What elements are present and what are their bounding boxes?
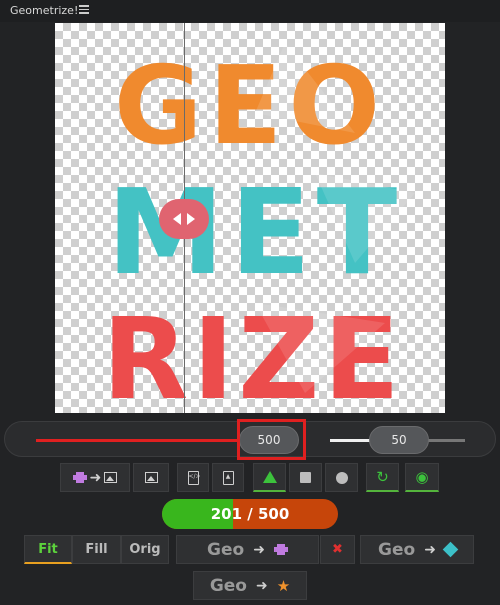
refresh-icon: ↻ xyxy=(376,468,389,486)
hamburger-icon[interactable] xyxy=(79,5,89,14)
tab-fit[interactable]: Fit xyxy=(24,535,72,564)
geometrize-to-star-button[interactable]: Geo ➜ ★ xyxy=(193,571,307,600)
cancel-button[interactable]: ✖ xyxy=(320,535,355,564)
image-canvas[interactable]: GEO MET RIZE xyxy=(55,23,445,413)
image-file-icon: ▲ xyxy=(222,470,234,485)
arrow-right-icon: ➜ xyxy=(255,577,268,594)
highlight-box xyxy=(237,419,306,460)
target-icon: ◉ xyxy=(415,468,429,486)
progress-bar: 201 / 500 xyxy=(162,499,338,529)
circle-icon xyxy=(335,471,348,484)
progress-label: 201 / 500 xyxy=(210,505,290,523)
tab-orig[interactable]: Orig xyxy=(121,535,169,564)
save-video-button[interactable]: ➜ xyxy=(60,463,130,492)
triangle-shape-toggle[interactable] xyxy=(253,463,286,492)
tab-fill[interactable]: Fill xyxy=(72,535,121,564)
split-handle[interactable] xyxy=(159,199,209,239)
film-icon xyxy=(273,544,288,555)
title-bar: Geometrize! xyxy=(0,0,500,22)
film-icon xyxy=(72,472,87,483)
geo-label: Geo xyxy=(378,539,416,560)
document-icon: </> xyxy=(187,470,201,485)
geometrized-artwork: GEO MET RIZE xyxy=(102,43,415,413)
art-row-geo: GEO xyxy=(114,44,386,169)
geo-label: Geo xyxy=(209,575,247,596)
alpha-slider-track-empty[interactable] xyxy=(425,439,465,442)
geometrize-to-video-button[interactable]: Geo ➜ xyxy=(176,535,319,564)
reset-button[interactable]: ↻ xyxy=(366,463,399,492)
arrow-right-icon: ➜ xyxy=(424,541,436,558)
x-icon: ✖ xyxy=(332,542,343,557)
shapes-slider-track[interactable] xyxy=(36,439,251,442)
app-title: Geometrize! xyxy=(10,4,79,17)
arrow-right-icon xyxy=(187,213,195,225)
triangle-icon xyxy=(262,471,277,483)
arrow-right-icon: ➜ xyxy=(89,469,102,486)
star-icon: ★ xyxy=(276,576,291,595)
arrow-left-icon xyxy=(173,213,181,225)
art-text-geo: GEO xyxy=(114,44,386,169)
alpha-slider-thumb[interactable]: 50 xyxy=(369,426,429,454)
arrow-right-icon: ➜ xyxy=(253,541,265,558)
art-text-rize: RIZE xyxy=(102,295,404,413)
slider-panel: 500 50 xyxy=(4,419,496,460)
open-image-button[interactable] xyxy=(133,463,169,492)
art-row-rize: RIZE xyxy=(102,295,404,413)
export-svg-button[interactable]: </> xyxy=(177,463,209,492)
run-toggle-button[interactable]: ◉ xyxy=(405,463,439,492)
geo-label: Geo xyxy=(207,539,245,560)
image-icon xyxy=(144,472,158,483)
save-image-button[interactable]: ▲ xyxy=(212,463,244,492)
geometrize-to-shape-button[interactable]: Geo ➜ xyxy=(360,535,474,564)
rectangle-shape-toggle[interactable] xyxy=(289,463,322,492)
diamond-icon xyxy=(442,541,459,558)
image-icon xyxy=(104,472,118,483)
square-icon xyxy=(300,472,311,483)
circle-shape-toggle[interactable] xyxy=(325,463,358,492)
